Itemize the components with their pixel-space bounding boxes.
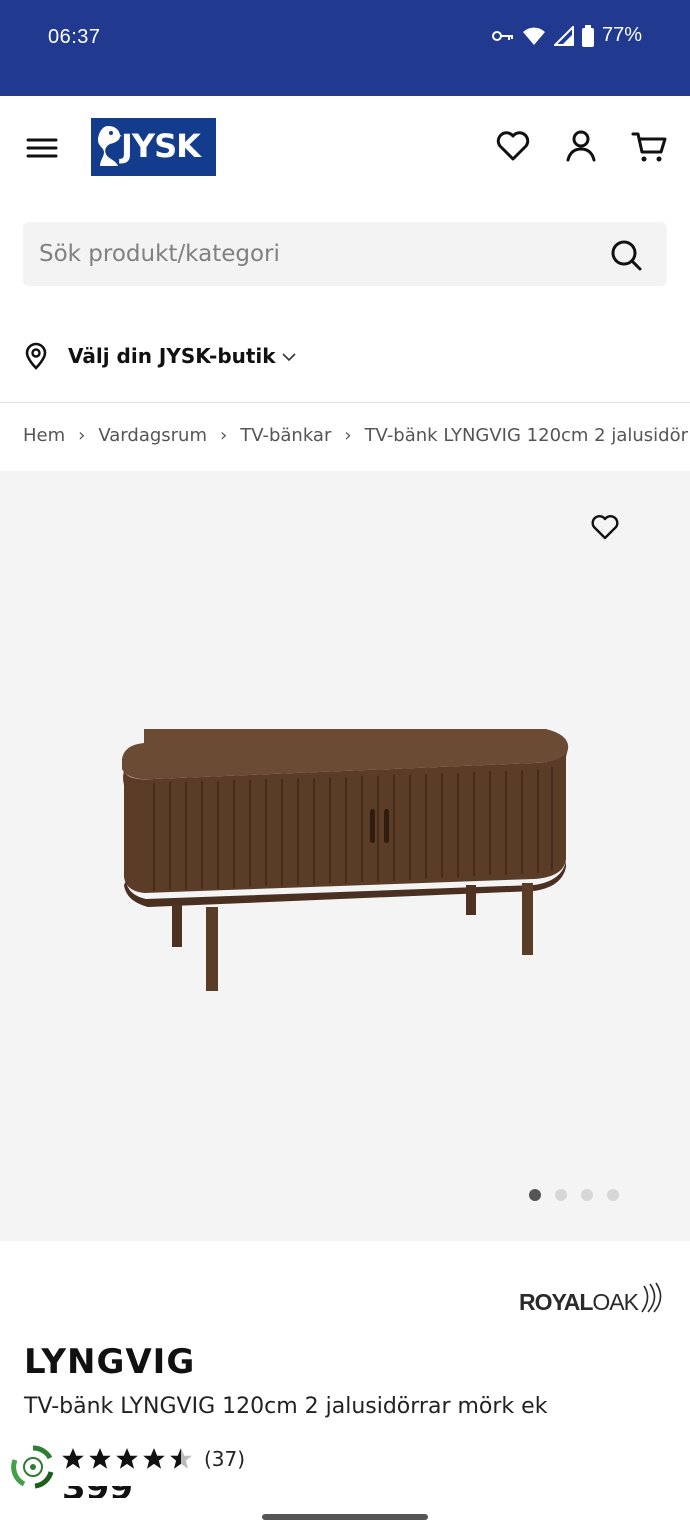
site-header: JYSK	[0, 96, 690, 200]
account-icon[interactable]	[562, 126, 600, 166]
breadcrumb: Hem › Vardagsrum › TV-bänkar › TV-bänk L…	[23, 425, 688, 446]
wishlist-heart-icon[interactable]	[590, 513, 620, 541]
product-gallery[interactable]	[0, 471, 690, 1241]
battery-percent: 77%	[601, 24, 642, 46]
jysk-logo[interactable]: JYSK	[91, 118, 216, 176]
store-selector[interactable]: Välj din JYSK-butik	[24, 338, 296, 374]
status-bar: 06:37 77%	[0, 0, 690, 96]
home-indicator[interactable]	[262, 1514, 428, 1520]
divider	[0, 402, 690, 403]
battery-icon	[581, 24, 594, 47]
signal-icon	[553, 25, 574, 46]
star-icon	[62, 1448, 84, 1469]
bird-icon	[98, 126, 122, 166]
carousel-dot[interactable]	[555, 1189, 567, 1201]
search-input[interactable]	[39, 222, 599, 286]
breadcrumb-vardagsrum[interactable]: Vardagsrum	[98, 425, 207, 446]
heart-icon[interactable]	[494, 126, 532, 166]
star-half-icon	[170, 1448, 192, 1469]
store-label: Välj din JYSK-butik	[68, 344, 276, 368]
cart-icon[interactable]	[630, 126, 668, 166]
chevron-right-icon: ›	[344, 425, 352, 446]
header-actions	[494, 126, 668, 166]
brand-arcs-icon	[641, 1282, 662, 1313]
breadcrumb-home[interactable]: Hem	[23, 425, 65, 446]
chevron-right-icon: ›	[220, 425, 228, 446]
search-icon[interactable]	[609, 238, 643, 272]
recycle-badge-icon[interactable]	[10, 1444, 56, 1490]
product-name: LYNGVIG	[24, 1342, 196, 1382]
star-icon	[116, 1448, 138, 1469]
carousel-dot[interactable]	[581, 1189, 593, 1201]
status-icons: 77%	[491, 24, 642, 47]
star-icon	[143, 1448, 165, 1469]
status-time: 06:37	[48, 26, 101, 48]
product-description: TV-bänk LYNGVIG 120cm 2 jalusidörrar mör…	[24, 1394, 548, 1419]
breadcrumb-current: TV-bänk LYNGVIG 120cm 2 jalusidör	[364, 425, 688, 446]
chevron-right-icon: ›	[78, 425, 86, 446]
product-image	[122, 729, 569, 991]
brand-logo: ROYAL OAK	[519, 1282, 666, 1316]
star-icon	[89, 1448, 111, 1469]
carousel-dots	[529, 1189, 619, 1201]
breadcrumb-tv-bankar[interactable]: TV-bänkar	[240, 425, 331, 446]
chevron-down-icon	[282, 353, 296, 362]
carousel-dot[interactable]	[529, 1189, 541, 1201]
logo-text: JYSK	[121, 127, 201, 165]
product-rating[interactable]: (37)	[60, 1446, 245, 1472]
menu-icon[interactable]	[24, 130, 60, 166]
price-text: 399	[62, 1486, 142, 1498]
product-price-partial: 399	[62, 1486, 142, 1498]
review-count: (37)	[204, 1447, 246, 1471]
wifi-icon	[522, 27, 545, 45]
brand-part-royal: ROYAL	[519, 1289, 593, 1315]
rating-stars	[60, 1446, 194, 1472]
location-pin-icon	[25, 342, 47, 370]
search-bar	[23, 222, 667, 286]
brand-part-oak: OAK	[592, 1289, 639, 1315]
vpn-key-icon	[491, 30, 513, 41]
carousel-dot[interactable]	[607, 1189, 619, 1201]
